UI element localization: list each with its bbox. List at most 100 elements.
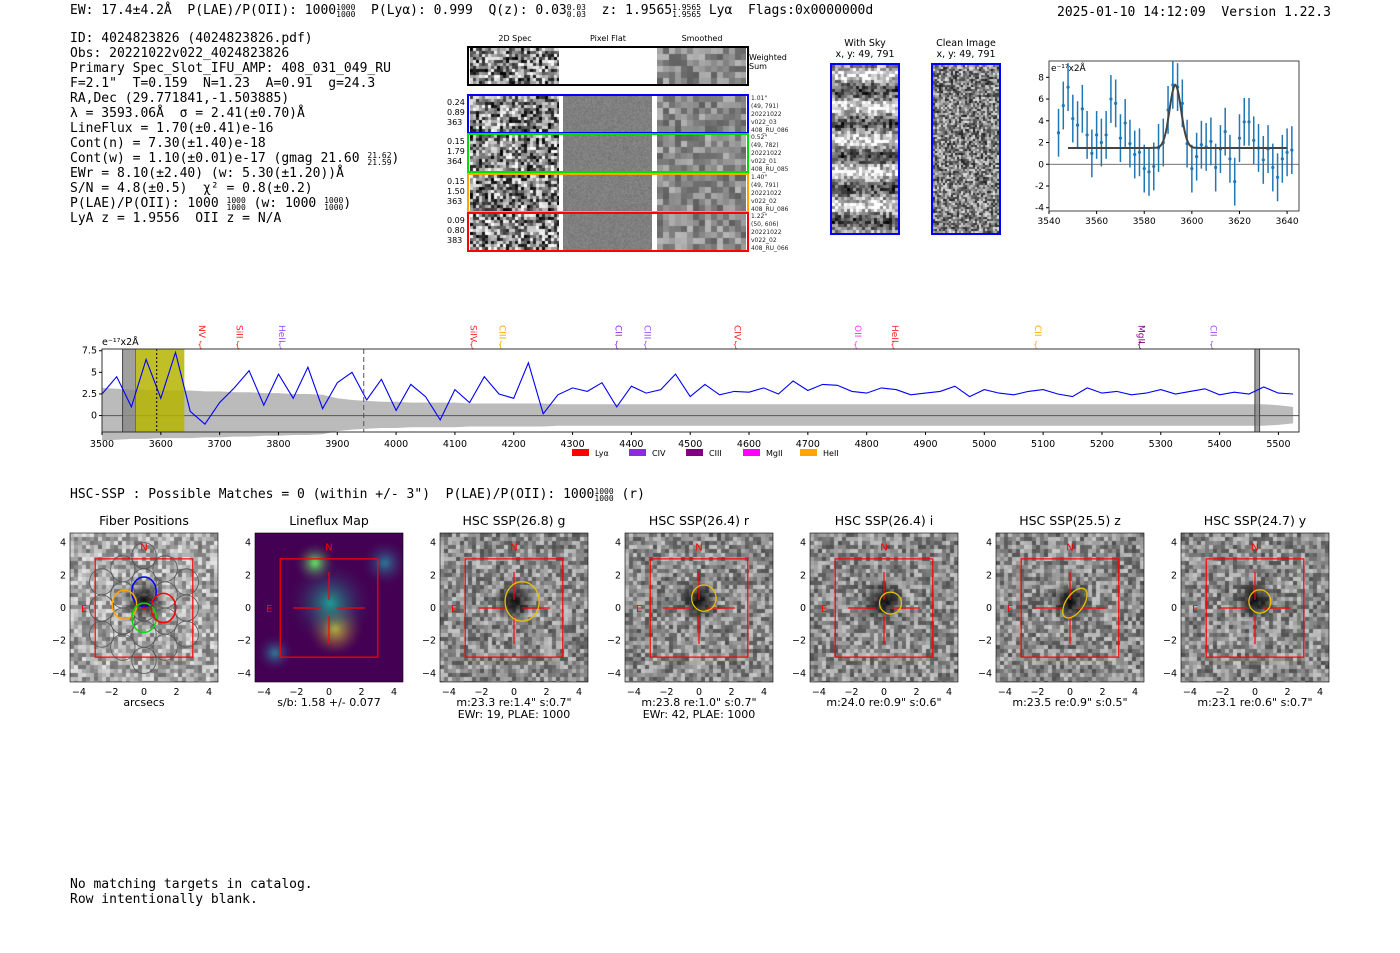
y-tick-label: 4 [986, 538, 992, 549]
x-tick-label: 3700 [208, 439, 232, 450]
emission-line-marker: { [1137, 340, 1142, 349]
y-tick-label: 0 [60, 603, 66, 614]
legend-swatch [743, 449, 760, 456]
cutout-title: Lineflux Map [289, 513, 369, 528]
footer-line-2: Row intentionally blank. [70, 892, 258, 907]
fiber-circle [173, 568, 199, 596]
legend-swatch [800, 449, 817, 456]
y-tick-label: −4 [978, 668, 992, 679]
cutout-overlay: NE−4−4−2−2002244 [237, 532, 404, 698]
y-tick-label: −4 [422, 668, 436, 679]
emission-line-label: NV [196, 325, 206, 339]
hsc-summary-text: HSC-SSP : Possible Matches = 0 (within +… [70, 487, 595, 502]
north-label: N [510, 543, 517, 554]
emission-line-label: CII [1208, 325, 1218, 337]
emission-line-label: SiII [234, 325, 244, 339]
legend-label: HeII [823, 449, 839, 458]
emission-line-marker: { [277, 340, 282, 349]
fiber-circle [173, 620, 199, 648]
emission-line-marker: { [890, 340, 895, 349]
cutout-overlay: NE−4−4−2−2002244 [978, 532, 1145, 698]
emission-line-label: CII [612, 325, 622, 337]
masked-region [122, 348, 137, 433]
y-tick-label: −4 [607, 668, 621, 679]
hsc-band: (r) [621, 487, 645, 502]
emission-line-marker: { [469, 340, 474, 349]
panel-frame [254, 532, 404, 683]
y-tick-label: 2 [800, 570, 806, 581]
y-tick-label: 2 [1171, 570, 1177, 581]
x-tick-label: 4100 [443, 439, 467, 450]
y-tick-label: 4 [615, 538, 621, 549]
source-ellipse [504, 581, 540, 622]
emission-line-marker: { [498, 340, 503, 349]
cutout-title: HSC SSP(24.7) y [1203, 513, 1307, 528]
y-tick-label: 0 [91, 411, 97, 422]
x-tick-label: 4800 [855, 439, 879, 450]
x-tick-label: 3800 [266, 439, 290, 450]
cutout-title: Fiber Positions [99, 513, 189, 528]
panel-frame [439, 532, 589, 683]
y-tick-label: −2 [978, 636, 992, 647]
cutout-caption: m:23.1 re:0.6" s:0.7" [1197, 696, 1313, 709]
north-label: N [880, 543, 887, 554]
x-tick-label: 3900 [325, 439, 349, 450]
y-tick-label: 0 [1171, 603, 1177, 614]
y-tick-label: −2 [422, 636, 436, 647]
x-tick-label: 5200 [1090, 439, 1114, 450]
cutout-overlay: NE−4−4−2−2002244 [422, 532, 589, 698]
cutout-title: HSC SSP(26.4) r [648, 513, 750, 528]
y-tick-label: 4 [430, 538, 436, 549]
cutout-overlay: NE−4−4−2−2002244 [1163, 532, 1330, 698]
emission-line-label: CIII [641, 325, 651, 339]
source-ellipse [878, 591, 903, 615]
hsc-plae-lo: 1000 [594, 493, 614, 503]
emission-line-marker: { [1033, 340, 1038, 349]
hsc-summary: HSC-SSP : Possible Matches = 0 (within +… [70, 487, 645, 502]
x-tick-label: 4200 [502, 439, 526, 450]
y-tick-label: 0 [430, 603, 436, 614]
north-label: N [1251, 543, 1258, 554]
fiber-circle [110, 555, 136, 583]
fiber-circle [152, 633, 178, 661]
x-tick-label: 4700 [796, 439, 820, 450]
north-label: N [140, 543, 147, 554]
emission-line-label: CII [1032, 325, 1042, 337]
emission-line-marker: { [1209, 340, 1214, 349]
east-label: E [266, 604, 272, 615]
legend-label: CIV [652, 449, 666, 458]
y-tick-label: 0 [245, 603, 251, 614]
north-label: N [1066, 543, 1073, 554]
cutout-title: HSC SSP(26.8) g [462, 513, 566, 528]
x-tick-label: 5000 [972, 439, 996, 450]
y-tick-label: 2 [430, 570, 436, 581]
footer-line-1: No matching targets in catalog. [70, 877, 313, 892]
x-tick-label: 4600 [737, 439, 761, 450]
x-tick-label: 3500 [90, 439, 114, 450]
y-tick-label: 2 [615, 570, 621, 581]
error-band [102, 387, 1294, 441]
north-label: N [325, 543, 332, 554]
y-tick-label: 0 [800, 603, 806, 614]
legend-swatch [629, 449, 646, 456]
y-tick-label: 0 [986, 603, 992, 614]
y-tick-label: 5 [91, 367, 97, 378]
y-tick-label: 7.5 [82, 346, 97, 357]
cutout-overlay: +NE−4−4−2−2002244 [52, 532, 219, 698]
center-marker: + [140, 604, 148, 614]
y-tick-label: −4 [792, 668, 806, 679]
y-tick-label: −4 [237, 668, 251, 679]
y-tick-label: −2 [1163, 636, 1177, 647]
x-tick-label: 5400 [1207, 439, 1231, 450]
panel-frame [809, 532, 959, 683]
source-ellipse [1248, 589, 1272, 614]
north-label: N [695, 543, 702, 554]
y-tick-label: 4 [60, 538, 66, 549]
y-tick-label: −4 [1163, 668, 1177, 679]
east-label: E [636, 604, 642, 615]
emission-line-marker: { [733, 340, 738, 349]
x-tick-label: 5100 [1031, 439, 1055, 450]
fiber-circle [131, 620, 157, 648]
fiber-circle [110, 633, 136, 661]
selected-fiber-circle [111, 589, 138, 621]
